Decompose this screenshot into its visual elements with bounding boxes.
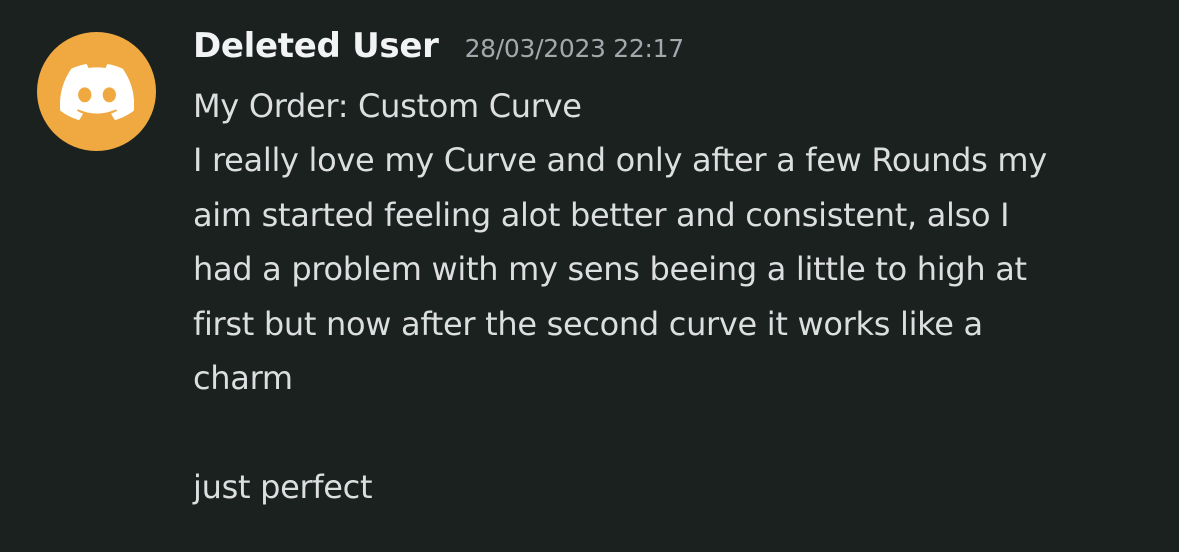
message-header: Deleted User 28/03/2023 22:17 xyxy=(193,26,684,74)
message-content: My Order: Custom Curve I really love my … xyxy=(193,79,1153,514)
message-line: My Order: Custom Curve xyxy=(193,87,582,125)
message-line: I really love my Curve and only after a … xyxy=(193,141,1047,180)
discord-logo-icon xyxy=(59,63,134,120)
message-line: first but now after the second curve it … xyxy=(193,304,983,343)
message-line: just perfect xyxy=(193,467,373,506)
message-line: had a problem with my sens beeing a litt… xyxy=(193,250,1027,289)
username[interactable]: Deleted User xyxy=(193,26,439,66)
avatar[interactable] xyxy=(37,32,156,151)
timestamp: 28/03/2023 22:17 xyxy=(464,34,685,63)
message-line: aim started feeling alot better and cons… xyxy=(193,195,1010,234)
chat-message: Deleted User 28/03/2023 22:17 My Order: … xyxy=(0,0,1179,552)
message-line: charm xyxy=(193,358,293,397)
